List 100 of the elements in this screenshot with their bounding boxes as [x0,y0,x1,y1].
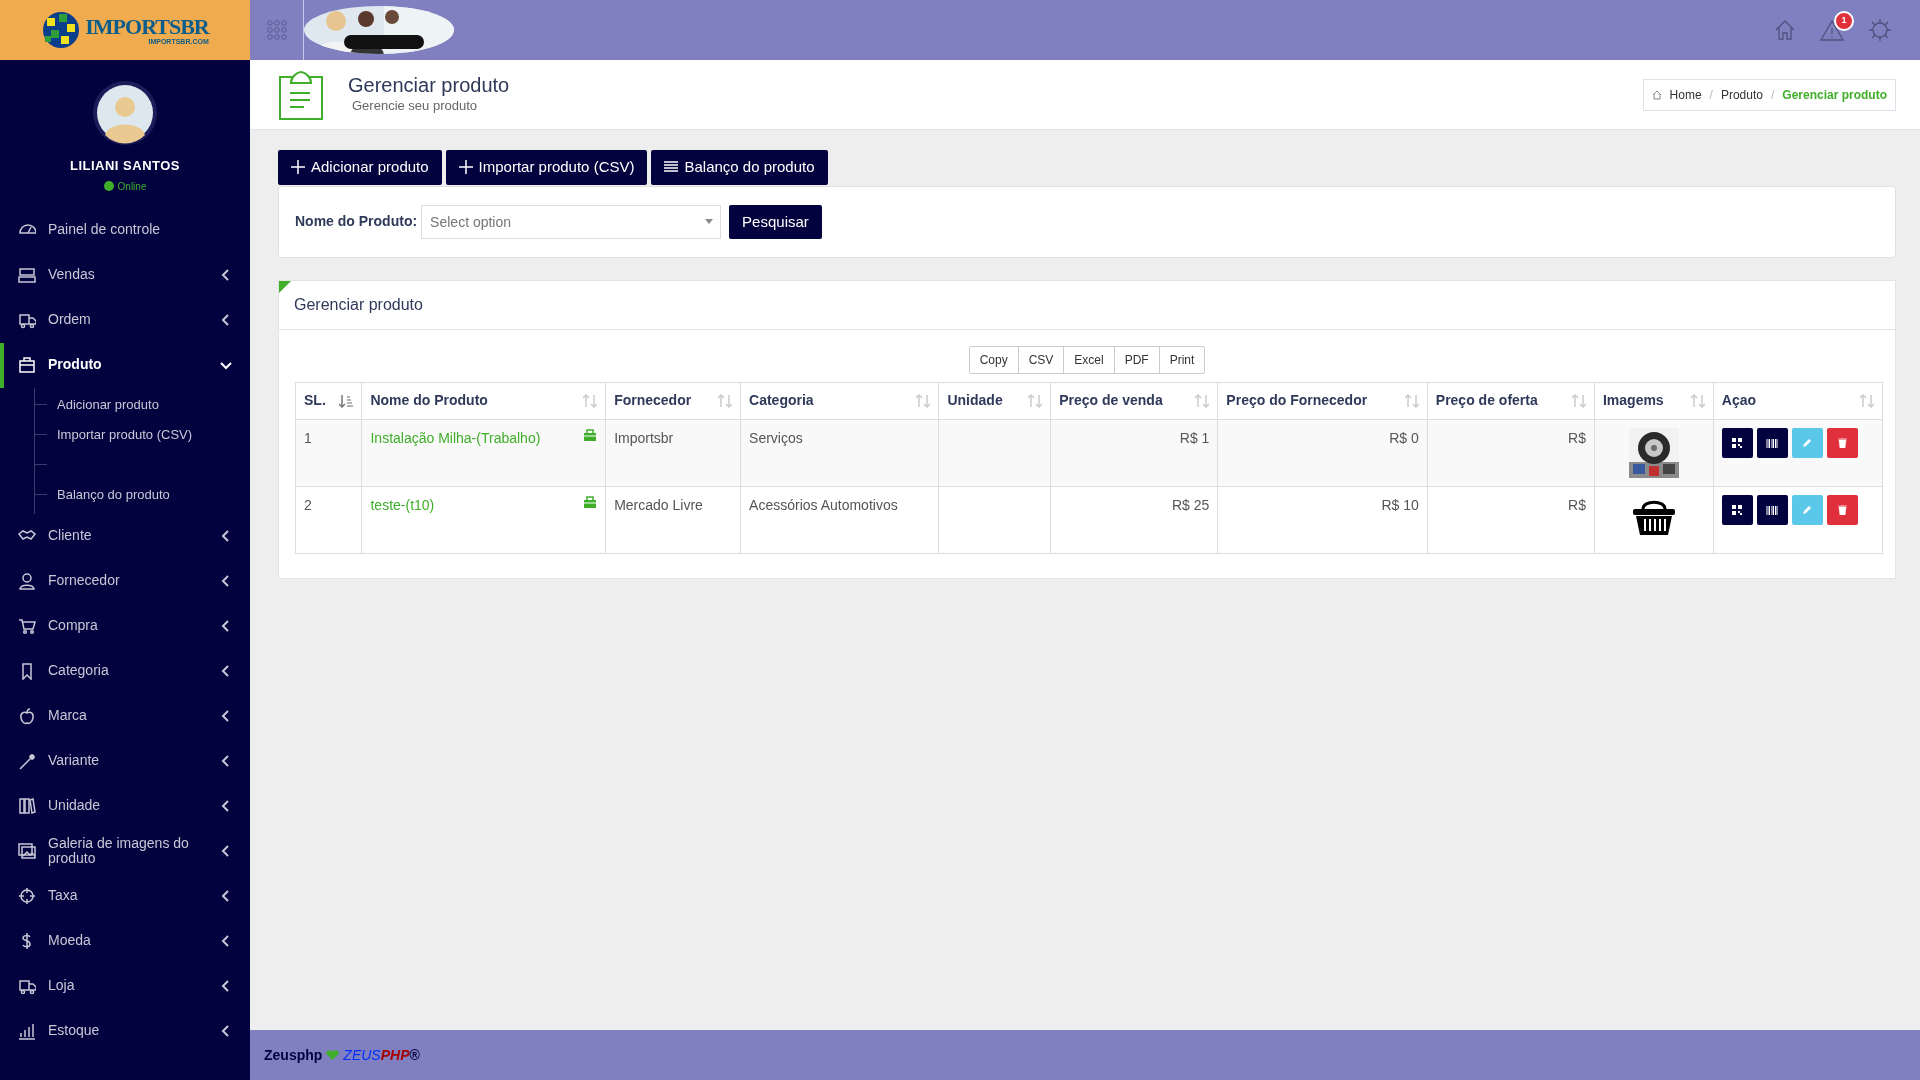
barcode-button[interactable] [1756,428,1788,458]
user-name: LILIANI SANTOS [69,157,180,175]
column-header[interactable]: SL. [304,390,326,411]
action-button[interactable]: Adicionar produto [278,150,442,185]
sidebar-item[interactable]: Compra [0,603,250,649]
trash-icon [1837,438,1847,448]
barcode-icon [1766,438,1779,448]
bag-icon [583,495,598,509]
notification-badge: 1 [1834,10,1854,31]
delete-button[interactable] [1826,428,1858,458]
sidebar-item[interactable]: Loja [0,963,250,1009]
cart-icon [18,617,36,635]
table-cell: R$ [1427,486,1595,554]
sidebar-item[interactable]: Variante [0,738,250,784]
truck-icon [18,311,36,329]
clipboard-icon [278,68,324,121]
qr-code-icon [1732,438,1743,448]
submenu-item[interactable]: Balanço do produto [57,484,170,505]
user-status: Online [117,179,147,194]
sidebar-item[interactable]: Cliente [0,513,250,559]
breadcrumb-separator: / [1709,86,1713,104]
sidebar-item[interactable]: Ordem [0,297,250,343]
bar-chart-icon [18,1022,36,1040]
sidebar-item[interactable]: Moeda [0,918,250,964]
page-subtitle: Gerencie seu produto [352,96,479,115]
breadcrumb-link[interactable]: Produto [1720,85,1763,104]
pencil-icon [1802,438,1813,448]
bag-icon [583,428,598,442]
table-cell: Importsbr [605,419,741,487]
trash-icon [1837,505,1847,515]
caret-icon [705,218,714,224]
grid-icon [266,20,287,40]
search-button[interactable]: Pesquisar [729,204,822,239]
home-icon [1651,89,1662,100]
product-select[interactable]: Select option [421,204,722,239]
settings-icon [1868,18,1892,42]
sidebar-item[interactable]: Taxa [0,873,250,919]
table-cell: R$ 1 [1050,419,1218,487]
panel-title: Gerenciar produto [279,281,1895,330]
export-button[interactable]: Copy [968,346,1019,374]
action-button[interactable]: Balanço do produto [651,150,828,185]
globe-logo-icon [41,10,82,50]
table-cell: R$ 0 [1217,419,1428,487]
heart-icon [326,1049,340,1061]
qr-code-button[interactable] [1721,495,1753,525]
sidebar-item[interactable]: Painel de controle [0,207,250,253]
table-cell: Mercado Livre [605,486,741,554]
sidebar-item[interactable]: Fornecedor [0,558,250,604]
sidebar-item[interactable]: Unidade [0,783,250,829]
qr-code-button[interactable] [1721,428,1753,458]
pencil-icon [1802,505,1813,515]
logo-text: IMPORTSBR [85,15,209,38]
online-dot [103,181,114,191]
gallery-icon [18,842,36,860]
footer-brand: ZEUSPHP® [343,1045,420,1065]
apple-icon [18,707,36,725]
table-cell: R$ [1427,419,1595,487]
action-button[interactable]: Importar produto (CSV) [445,150,648,185]
wand-icon [18,752,36,770]
person-icon [18,572,36,590]
table-cell: 1 [295,419,362,487]
sidebar-item[interactable]: Marca [0,693,250,739]
table-cell: R$ 25 [1050,486,1218,554]
footer-text: Zeusphp [264,1045,323,1065]
export-button[interactable]: CSV [1017,346,1065,374]
table-cell: Acessórios Automotivos [740,486,939,554]
corner-mark-icon [279,281,291,293]
warning-icon [1820,19,1844,42]
books-icon [18,797,36,815]
sidebar-item[interactable]: Categoria [0,648,250,694]
plus-icon [291,160,305,175]
page-title: Gerenciar produto [348,73,510,96]
breadcrumb-separator: / [1770,86,1775,104]
submenu-item[interactable]: Importar produto (CSV) [57,424,193,445]
export-button[interactable]: PDF [1113,346,1160,374]
field-label: Nome do Produto: [295,212,418,232]
column-header[interactable]: Categoria [749,390,814,411]
barcode-icon [1766,505,1779,515]
table-cell: 2 [295,486,362,554]
breadcrumb-link[interactable]: Home [1669,85,1702,104]
register-icon [18,266,36,284]
export-button[interactable]: Excel [1063,346,1115,374]
sidebar-item[interactable]: Estoque [0,1008,250,1054]
crosshair-icon [18,887,36,905]
sidebar-item[interactable]: Galeria de imagens do produto [0,828,250,874]
sidebar-item[interactable]: Produto [0,342,250,388]
list-icon [664,160,679,175]
qr-code-icon [1732,505,1743,515]
sidebar-item[interactable]: Vendas [0,252,250,298]
truck-icon [18,977,36,995]
bag-icon [18,356,36,374]
delete-button[interactable] [1826,495,1858,525]
plus-icon [458,160,473,175]
column-header[interactable]: Açao [1721,390,1756,411]
submenu-item[interactable]: Adicionar produto [57,394,159,415]
export-button[interactable]: Print [1158,346,1206,374]
home-icon [1774,19,1796,42]
table-cell: Serviços [740,419,939,487]
barcode-button[interactable] [1756,495,1788,525]
table-cell: R$ 10 [1217,486,1428,554]
